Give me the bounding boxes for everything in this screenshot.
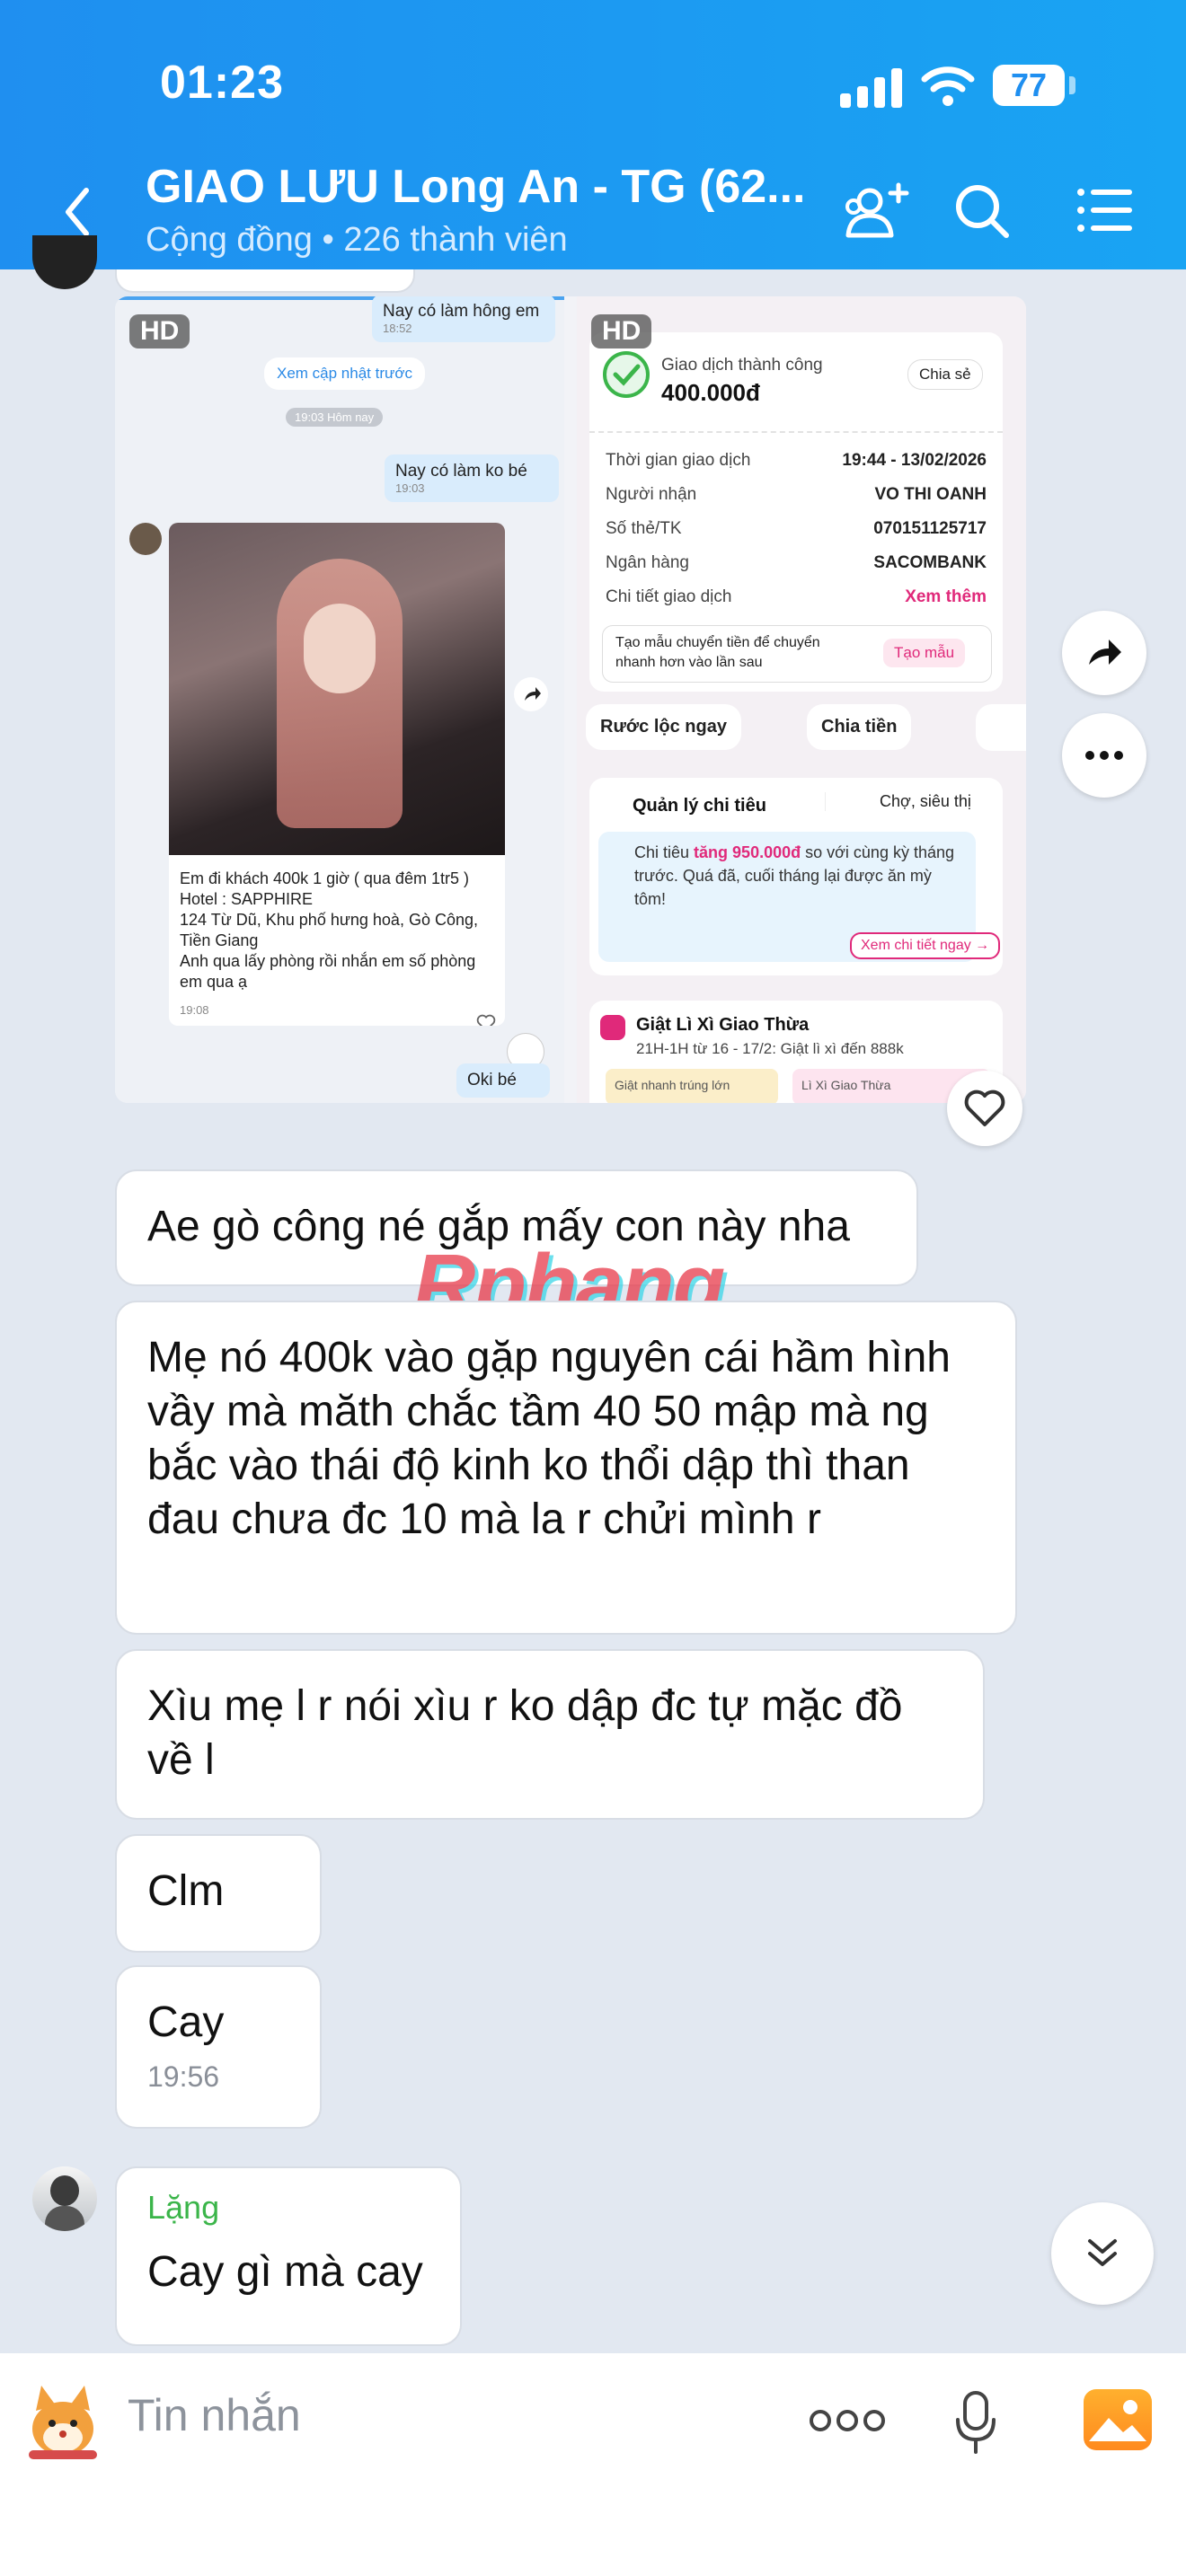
lixi-card: Giật Lì Xì Giao Thừa 21H-1H từ 16 - 17/2…: [589, 1001, 1003, 1103]
microphone-icon[interactable]: [952, 2389, 999, 2456]
quick-action-pill: Rước lộc ngay: [586, 704, 741, 750]
message-bubble[interactable]: Cay 19:56: [115, 1965, 322, 2129]
hd-badge-left: HD: [129, 314, 190, 348]
receipt-row-value: SACOMBANK: [873, 553, 987, 572]
receipt-row-label: Thời gian giao dịch: [606, 451, 751, 470]
screenshot-update-link: Xem cập nhật trước: [264, 357, 426, 390]
screenshot-caption: Em đi khách 400k 1 giờ ( qua đêm 1tr5 ) …: [180, 869, 478, 991]
receipt-share-button: Chia sẻ: [907, 359, 983, 390]
receipt-card: Giao dịch thành công 400.000đ Chia sẻ Th…: [589, 332, 1003, 692]
receipt-row-value: 070151125717: [873, 519, 987, 538]
receipt-row-label: Chi tiết giao dịch: [606, 587, 732, 606]
message-text: Xìu mẹ l r nói xìu r ko dập đc tự mặc đồ…: [147, 1682, 903, 1784]
message-text: Mẹ nó 400k vào gặp nguyên cái hầm hình v…: [147, 1334, 951, 1543]
chat-screenshot: Nay có làm hông em 18:52 Xem cập nhật tr…: [115, 296, 564, 1103]
receipt-row-label: Số thẻ/TK: [606, 519, 682, 538]
search-icon[interactable]: [952, 181, 1012, 241]
screenshot-top-message: Nay có làm hông em 18:52: [372, 296, 555, 342]
battery-tip: [1069, 76, 1075, 94]
double-chevron-down-icon: [1088, 2239, 1117, 2266]
message-bubble[interactable]: Lặng Cay gì mà cay: [115, 2166, 462, 2346]
screenshot-message: Nay có làm ko bé 19:03: [385, 454, 559, 502]
sender-avatar[interactable]: [32, 2166, 97, 2231]
lixi-tag: Giật nhanh trúng lớn: [606, 1069, 778, 1103]
chat-header: 01:23 77 GIAO LƯU Long An - TG (62... Cộ…: [0, 0, 1186, 269]
status-time: 01:23: [160, 57, 284, 109]
quick-action-pill: Chia tiền: [807, 704, 912, 750]
avatar-partial[interactable]: [32, 235, 97, 289]
more-actions-icon[interactable]: [809, 2409, 886, 2432]
sticker-icon[interactable]: [16, 2373, 110, 2466]
forward-button[interactable]: [1062, 611, 1146, 695]
receipt-amount: 400.000đ: [661, 379, 760, 406]
message-input[interactable]: Tin nhắn: [128, 2389, 301, 2441]
previous-bubble-partial: [115, 269, 415, 293]
message-text: Clm: [147, 1867, 225, 1915]
expense-card: Quản lý chi tiêu Chợ, siêu thị Chi tiêu …: [589, 778, 1003, 975]
receipt-row-value: VO THI OANH: [874, 485, 987, 504]
receipt-row-label: Ngân hàng: [606, 553, 689, 572]
mini-share-icon: [514, 677, 548, 711]
screenshot-date-separator: 19:03 Hôm nay: [286, 408, 384, 427]
more-options-button[interactable]: [1062, 713, 1146, 798]
group-title[interactable]: GIAO LƯU Long An - TG (62...: [146, 160, 806, 214]
message-time: 19:56: [147, 2060, 220, 2093]
react-heart-button[interactable]: [947, 1071, 1022, 1146]
heart-icon: [964, 1090, 1005, 1126]
photo-gallery-icon[interactable]: [1084, 2389, 1152, 2450]
hd-badge-right: HD: [591, 314, 652, 348]
template-button: Tạo mẫu: [883, 639, 966, 667]
screenshot-reply: Oki bé: [456, 1063, 550, 1098]
add-member-icon[interactable]: [843, 180, 911, 243]
receipt-row-value: 19:44 - 13/02/2026: [842, 451, 987, 470]
receipt-status: Giao dịch thành công: [661, 356, 823, 375]
signal-icon: [840, 68, 902, 108]
forward-icon: [1089, 640, 1121, 665]
screenshot-avatar: [129, 523, 162, 555]
group-subtitle[interactable]: Cộng đồng • 226 thành viên: [146, 221, 568, 260]
message-bubble[interactable]: Mẹ nó 400k vào gặp nguyên cái hầm hình v…: [115, 1301, 1017, 1635]
message-text: Cay gì mà cay: [147, 2248, 423, 2296]
menu-list-icon[interactable]: [1076, 187, 1134, 234]
person-photo: [169, 523, 505, 855]
battery-indicator: 77: [993, 65, 1065, 106]
back-arrow-icon[interactable]: [59, 185, 95, 239]
template-box: Tạo mẫu chuyển tiền để chuyển nhanh hơn …: [602, 625, 992, 683]
screenshot-caption-time: 19:08: [180, 1003, 209, 1017]
wifi-icon: [921, 66, 975, 106]
mini-heart-icon: [476, 1014, 496, 1026]
bank-receipt-screenshot: Giao dịch thành công 400.000đ Chia sẻ Th…: [577, 296, 1026, 1103]
shared-image[interactable]: Nay có làm hông em 18:52 Xem cập nhật tr…: [115, 296, 1026, 1103]
sender-name[interactable]: Lặng: [147, 2186, 429, 2229]
expense-detail-button: Xem chi tiết ngay →: [850, 932, 1001, 959]
more-dots-icon: [1085, 751, 1123, 760]
expense-title: Quản lý chi tiêu: [633, 796, 766, 816]
lixi-title: Giật Lì Xì Giao Thừa: [636, 1015, 810, 1035]
scroll-to-bottom-button[interactable]: [1051, 2202, 1154, 2305]
success-check-icon: [603, 351, 650, 398]
lixi-subtitle: 21H-1H từ 16 - 17/2: Giật lì xì đến 888k: [636, 1040, 904, 1057]
screenshot-photo-card: Em đi khách 400k 1 giờ ( qua đêm 1tr5 ) …: [169, 523, 505, 1026]
composer-bar: Tin nhắn: [0, 2353, 1186, 2576]
receipt-row-value: Xem thêm: [905, 587, 987, 606]
expense-filter: Chợ, siêu thị: [825, 792, 971, 811]
message-text: Cay: [147, 1998, 225, 2046]
receipt-row-label: Người nhận: [606, 485, 697, 504]
message-bubble[interactable]: Xìu mẹ l r nói xìu r ko dập đc tự mặc đồ…: [115, 1649, 985, 1820]
template-text: Tạo mẫu chuyển tiền để chuyển nhanh hơn …: [615, 635, 820, 670]
message-bubble[interactable]: Clm: [115, 1834, 322, 1953]
